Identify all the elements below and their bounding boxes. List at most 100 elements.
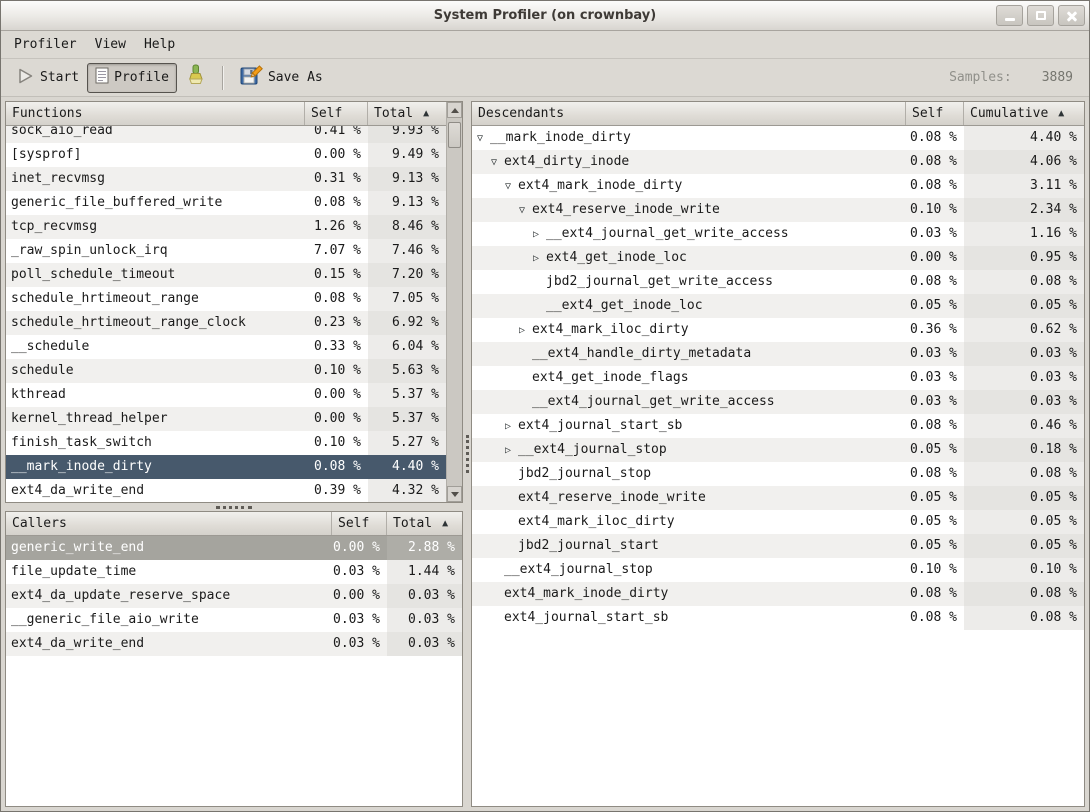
functions-table-row[interactable]: finish_task_switch0.10 %5.27 % [6,431,446,455]
expander-closed-icon[interactable]: ▷ [519,319,532,342]
expander-open-icon[interactable]: ▽ [477,127,490,150]
profile-toggle-button[interactable]: Profile [87,63,177,93]
column-header-total[interactable]: Total▲ [368,102,446,125]
maximize-button[interactable] [1027,5,1054,26]
expander-closed-icon[interactable]: ▷ [533,247,546,270]
descendants-tree-row[interactable]: ext4_mark_inode_dirty0.08 %0.08 % [472,582,1084,606]
descendants-tree-row[interactable]: jbd2_journal_stop0.08 %0.08 % [472,462,1084,486]
self-percent-cell: 0.05 % [906,486,964,510]
descendants-tree-row[interactable]: ext4_journal_start_sb0.08 %0.08 % [472,606,1084,630]
start-label: Start [40,70,79,85]
minimize-button[interactable] [996,5,1023,26]
descendants-tree-row[interactable]: ext4_reserve_inode_write0.05 %0.05 % [472,486,1084,510]
callers-table-row[interactable]: ext4_da_write_end0.03 %0.03 % [6,632,462,656]
functions-table-row[interactable]: generic_file_buffered_write0.08 %9.13 % [6,191,446,215]
functions-table-row[interactable]: __schedule0.33 %6.04 % [6,335,446,359]
descendants-tree-row[interactable]: ▷ext4_journal_start_sb0.08 %0.46 % [472,414,1084,438]
descendants-tree-row[interactable]: jbd2_journal_get_write_access0.08 %0.08 … [472,270,1084,294]
functions-table-row[interactable]: schedule_hrtimeout_range_clock0.23 %6.92… [6,311,446,335]
cumulative-percent-cell: 0.08 % [964,270,1084,294]
self-percent-cell: 0.39 % [305,479,368,502]
self-percent-cell: 0.10 % [906,198,964,222]
cumulative-percent-cell: 0.08 % [964,606,1084,630]
descendants-tree-row[interactable]: jbd2_journal_start0.05 %0.05 % [472,534,1084,558]
scroll-up-button[interactable] [447,102,462,118]
functions-table-row[interactable]: poll_schedule_timeout0.15 %7.20 % [6,263,446,287]
start-button[interactable]: Start [9,63,87,93]
descendants-tree-row[interactable]: ▽__mark_inode_dirty0.08 %4.40 % [472,126,1084,150]
column-header-cumulative[interactable]: Cumulative▲ [964,102,1084,125]
functions-table-row[interactable]: kernel_thread_helper0.00 %5.37 % [6,407,446,431]
descendants-tree-row[interactable]: ▷ext4_get_inode_loc0.00 %0.95 % [472,246,1084,270]
functions-table-row[interactable]: ext4_da_write_end0.39 %4.32 % [6,479,446,502]
vertical-splitter[interactable] [463,101,471,807]
expander-closed-icon[interactable]: ▷ [505,415,518,438]
reset-button[interactable] [177,63,213,93]
self-percent-cell: 0.05 % [906,294,964,318]
function-name-cell: ▷ext4_mark_iloc_dirty [472,318,906,342]
column-header-functions[interactable]: Functions [6,102,305,125]
functions-table-row[interactable]: schedule_hrtimeout_range0.08 %7.05 % [6,287,446,311]
function-name-cell: ext4_mark_inode_dirty [472,582,906,606]
functions-scrollbar[interactable] [446,102,462,502]
descendants-tree-row[interactable]: ext4_get_inode_flags0.03 %0.03 % [472,366,1084,390]
column-header-callers[interactable]: Callers [6,512,332,535]
titlebar[interactable]: System Profiler (on crownbay) [1,1,1089,31]
function-name-cell: ▷__ext4_journal_get_write_access [472,222,906,246]
functions-table-row[interactable]: kthread0.00 %5.37 % [6,383,446,407]
functions-table-row[interactable]: tcp_recvmsg1.26 %8.46 % [6,215,446,239]
callers-table-row[interactable]: ext4_da_update_reserve_space0.00 %0.03 % [6,584,462,608]
scrollbar-track[interactable] [447,118,462,486]
menu-view[interactable]: View [86,33,135,56]
functions-table-row[interactable]: inet_recvmsg0.31 %9.13 % [6,167,446,191]
save-as-floppy-icon [240,65,263,90]
menu-profiler[interactable]: Profiler [5,33,86,56]
expander-open-icon[interactable]: ▽ [491,151,504,174]
self-percent-cell: 0.03 % [332,560,387,584]
callers-table-row[interactable]: __generic_file_aio_write0.03 %0.03 % [6,608,462,632]
column-header-total[interactable]: Total▲ [387,512,462,535]
descendants-tree-row[interactable]: ▷__ext4_journal_stop0.05 %0.18 % [472,438,1084,462]
scroll-down-button[interactable] [447,486,462,502]
save-as-button[interactable]: Save As [232,63,331,93]
descendants-tree-row[interactable]: __ext4_journal_get_write_access0.03 %0.0… [472,390,1084,414]
callers-table-row[interactable]: generic_write_end0.00 %2.88 % [6,536,462,560]
cumulative-percent-cell: 0.18 % [964,438,1084,462]
callers-header-row: Callers Self Total▲ [6,512,462,536]
function-name-cell: inet_recvmsg [6,167,305,191]
column-header-self[interactable]: Self [305,102,368,125]
callers-table-row[interactable]: file_update_time0.03 %1.44 % [6,560,462,584]
expander-closed-icon[interactable]: ▷ [505,439,518,462]
descendants-tree-row[interactable]: ▽ext4_mark_inode_dirty0.08 %3.11 % [472,174,1084,198]
expander-open-icon[interactable]: ▽ [519,199,532,222]
cumulative-percent-cell: 0.95 % [964,246,1084,270]
self-percent-cell: 0.08 % [305,191,368,215]
menu-help[interactable]: Help [135,33,184,56]
functions-table-row[interactable]: _raw_spin_unlock_irq7.07 %7.46 % [6,239,446,263]
total-percent-cell: 5.37 % [368,407,446,431]
column-header-self[interactable]: Self [332,512,387,535]
descendants-tree-row[interactable]: ▽ext4_reserve_inode_write0.10 %2.34 % [472,198,1084,222]
descendants-tree-row[interactable]: __ext4_journal_stop0.10 %0.10 % [472,558,1084,582]
functions-table-row[interactable]: schedule0.10 %5.63 % [6,359,446,383]
scrollbar-thumb[interactable] [448,122,461,148]
functions-table-row[interactable]: __mark_inode_dirty0.08 %4.40 % [6,455,446,479]
descendants-tree-row[interactable]: ▽ext4_dirty_inode0.08 %4.06 % [472,150,1084,174]
descendants-tree-row[interactable]: __ext4_get_inode_loc0.05 %0.05 % [472,294,1084,318]
close-button[interactable] [1058,5,1085,26]
column-header-self[interactable]: Self [906,102,964,125]
expander-closed-icon[interactable]: ▷ [533,223,546,246]
functions-table-row[interactable]: [sysprof]0.00 %9.49 % [6,143,446,167]
horizontal-splitter[interactable] [5,503,463,511]
column-header-descendants[interactable]: Descendants [472,102,906,125]
descendants-tree-row[interactable]: ext4_mark_iloc_dirty0.05 %0.05 % [472,510,1084,534]
descendants-tree-row[interactable]: __ext4_handle_dirty_metadata0.03 %0.03 % [472,342,1084,366]
function-name-cell: generic_file_buffered_write [6,191,305,215]
functions-table-row[interactable]: sock_aio_read0.41 %9.93 % [6,126,446,143]
descendants-tree-row[interactable]: ▷__ext4_journal_get_write_access0.03 %1.… [472,222,1084,246]
expander-open-icon[interactable]: ▽ [505,175,518,198]
descendants-tree-row[interactable]: ▷ext4_mark_iloc_dirty0.36 %0.62 % [472,318,1084,342]
sort-asc-icon: ▲ [442,518,448,529]
self-percent-cell: 0.15 % [305,263,368,287]
descendants-tree: ▽__mark_inode_dirty0.08 %4.40 %▽ext4_dir… [472,126,1084,806]
